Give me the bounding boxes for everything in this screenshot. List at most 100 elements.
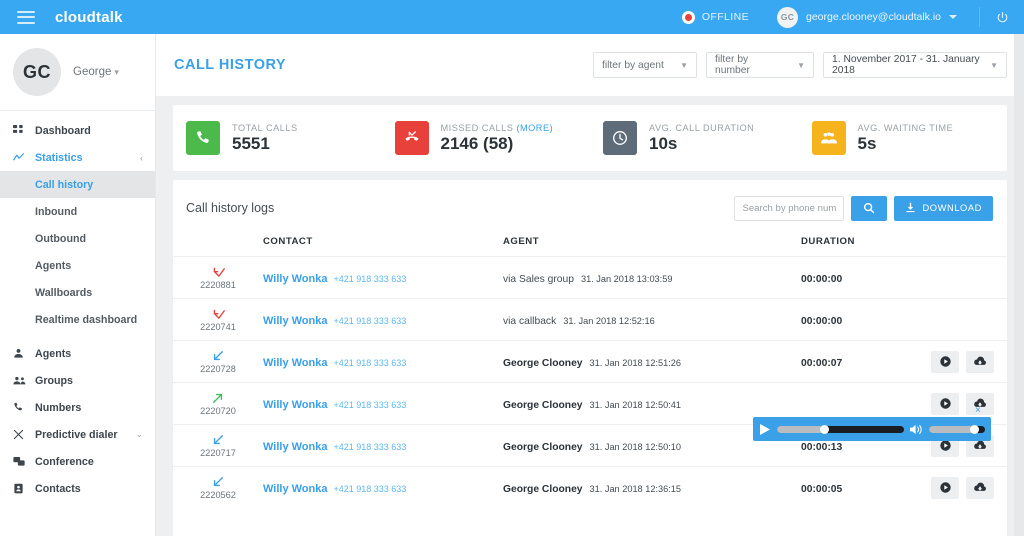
chevron-down-icon: ▾ bbox=[114, 67, 119, 78]
call-id: 2220881 bbox=[173, 280, 263, 290]
stat-card-total-calls: TOTAL CALLS 5551 bbox=[173, 121, 382, 155]
shuffle-icon bbox=[13, 429, 35, 440]
sidebar-item-label: Groups bbox=[35, 375, 73, 387]
contact-number[interactable]: +421 918 333 633 bbox=[334, 358, 407, 368]
page-scrollbar[interactable] bbox=[1014, 34, 1024, 536]
audio-player bbox=[753, 417, 991, 441]
sidebar-item-predictive-dialer[interactable]: Predictive dialer ⌄ bbox=[0, 421, 155, 448]
brand-logo[interactable]: cloudtalk bbox=[55, 9, 123, 26]
filter-by-agent-select[interactable]: filter by agent ▼ bbox=[593, 52, 697, 78]
table-body: 2220881 Willy Wonka +421 918 333 633 via … bbox=[173, 257, 1024, 509]
sidebar-item-dashboard[interactable]: Dashboard bbox=[0, 117, 155, 144]
contact-name[interactable]: Willy Wonka bbox=[263, 315, 328, 327]
seek-slider[interactable] bbox=[777, 426, 904, 433]
table-row[interactable]: 2220741 Willy Wonka+421 918 333 633 via … bbox=[173, 299, 1024, 341]
contact-name[interactable]: Willy Wonka bbox=[263, 483, 328, 495]
play-icon[interactable] bbox=[931, 351, 959, 373]
call-timestamp: 31. Jan 2018 12:52:16 bbox=[563, 316, 654, 326]
sidebar-item-outbound[interactable]: Outbound bbox=[0, 225, 155, 252]
power-icon[interactable] bbox=[980, 11, 1024, 24]
contact-name[interactable]: Willy Wonka bbox=[263, 357, 328, 369]
agent-cell: George Clooney31. Jan 2018 12:51:26 bbox=[503, 341, 801, 383]
search-button[interactable] bbox=[851, 196, 887, 221]
download-cloud-icon[interactable] bbox=[966, 351, 994, 373]
sidebar-item-realtime-dashboard[interactable]: Realtime dashboard bbox=[0, 306, 155, 333]
volume-slider[interactable] bbox=[929, 426, 985, 433]
clock-icon bbox=[603, 121, 637, 155]
chevron-down-icon bbox=[949, 15, 957, 19]
seek-handle[interactable] bbox=[820, 425, 829, 434]
phone-icon bbox=[186, 121, 220, 155]
sidebar-item-contacts[interactable]: Contacts bbox=[0, 475, 155, 502]
table-row[interactable]: 2220881 Willy Wonka +421 918 333 633 via … bbox=[173, 257, 1024, 299]
chart-line-icon bbox=[13, 152, 35, 163]
profile-avatar: GC bbox=[13, 48, 61, 96]
download-cloud-icon[interactable] bbox=[966, 477, 994, 499]
call-timestamp: 31. Jan 2018 13:03:59 bbox=[581, 274, 672, 284]
avatar: GC bbox=[777, 7, 798, 28]
contact-number[interactable]: +421 918 333 633 bbox=[334, 442, 407, 452]
logs-header: Call history logs DOWNLOAD bbox=[173, 180, 1007, 236]
filter-by-number-select[interactable]: filter by number ▼ bbox=[706, 52, 814, 78]
contact-number[interactable]: +421 918 333 633 bbox=[334, 274, 407, 284]
contact-number[interactable]: +421 918 333 633 bbox=[334, 316, 407, 326]
date-range-picker[interactable]: 1. November 2017 - 31. January 2018 ▼ bbox=[823, 52, 1007, 78]
contact-number[interactable]: +421 918 333 633 bbox=[334, 400, 407, 410]
missed-call-icon bbox=[395, 121, 429, 155]
sidebar-item-statistics[interactable]: Statistics ‹ bbox=[0, 144, 155, 171]
user-icon bbox=[13, 348, 35, 359]
play-icon[interactable] bbox=[931, 393, 959, 415]
user-menu[interactable]: GC george.clooney@cloudtalk.io bbox=[777, 7, 957, 28]
sidebar-item-numbers[interactable]: Numbers bbox=[0, 394, 155, 421]
close-icon[interactable]: × bbox=[975, 406, 981, 416]
table-row[interactable]: 2220562 Willy Wonka+421 918 333 633 Geor… bbox=[173, 467, 1024, 509]
sidebar-item-groups[interactable]: Groups bbox=[0, 367, 155, 394]
sidebar-item-conference[interactable]: Conference bbox=[0, 448, 155, 475]
agent-name: George Clooney bbox=[503, 400, 583, 411]
sidebar-item-wallboards[interactable]: Wallboards bbox=[0, 279, 155, 306]
stat-label: AVG. WAITING TIME bbox=[858, 123, 954, 133]
sidebar-item-call-history[interactable]: Call history bbox=[0, 171, 155, 198]
status-badge[interactable]: OFFLINE bbox=[682, 11, 749, 24]
contact-name[interactable]: Willy Wonka bbox=[263, 441, 328, 453]
column-header-duration: DURATION bbox=[801, 236, 931, 257]
actions-cell bbox=[931, 467, 1024, 509]
seek-fill bbox=[777, 426, 824, 433]
chevron-down-icon: ⌄ bbox=[135, 429, 143, 440]
column-header-actions bbox=[931, 236, 1024, 257]
download-icon bbox=[905, 202, 916, 215]
sidebar-item-agents-stats[interactable]: Agents bbox=[0, 252, 155, 279]
search-input[interactable] bbox=[734, 196, 844, 221]
contact-cell: Willy Wonka +421 918 333 633 bbox=[263, 467, 503, 509]
contact-number[interactable]: +421 918 333 633 bbox=[334, 484, 407, 494]
table-row[interactable]: 2220728 Willy Wonka +421 918 333 633 Geor… bbox=[173, 341, 1024, 383]
contact-name[interactable]: Willy Wonka bbox=[263, 399, 328, 411]
sidebar-item-label: Statistics bbox=[35, 152, 83, 164]
profile-name[interactable]: George▾ bbox=[73, 66, 119, 78]
main-content: CALL HISTORY filter by agent ▼ filter by… bbox=[156, 34, 1024, 536]
contacts-icon bbox=[13, 483, 35, 494]
download-button[interactable]: DOWNLOAD bbox=[894, 196, 993, 221]
duration-cell: 00:00:05 bbox=[801, 467, 931, 509]
contact-name[interactable]: Willy Wonka bbox=[263, 273, 328, 285]
sidebar-item-agents[interactable]: Agents bbox=[0, 340, 155, 367]
hamburger-icon[interactable] bbox=[17, 11, 35, 24]
call-id: 2220728 bbox=[173, 364, 263, 374]
table-header: CONTACT AGENT DURATION bbox=[173, 236, 1024, 257]
volume-handle[interactable] bbox=[970, 425, 979, 434]
volume-icon[interactable] bbox=[910, 424, 923, 435]
call-direction-cell: 2220717 bbox=[173, 425, 263, 467]
call-direction-cell: 2220720 bbox=[173, 383, 263, 425]
play-icon[interactable] bbox=[931, 477, 959, 499]
play-icon[interactable] bbox=[759, 424, 771, 435]
sidebar-item-label: Predictive dialer bbox=[35, 429, 118, 441]
agent-name: via Sales group bbox=[503, 274, 574, 285]
missed-calls-more-link[interactable]: (MORE) bbox=[516, 123, 553, 133]
contact-cell: Willy Wonka +421 918 333 633 bbox=[263, 299, 503, 341]
filter-by-number-value: filter by number bbox=[715, 54, 781, 76]
logs-actions: DOWNLOAD bbox=[734, 196, 993, 221]
sidebar-profile[interactable]: GC George▾ bbox=[0, 34, 155, 111]
sidebar-item-inbound[interactable]: Inbound bbox=[0, 198, 155, 225]
spacer bbox=[0, 333, 155, 340]
call-id: 2220741 bbox=[173, 322, 263, 332]
